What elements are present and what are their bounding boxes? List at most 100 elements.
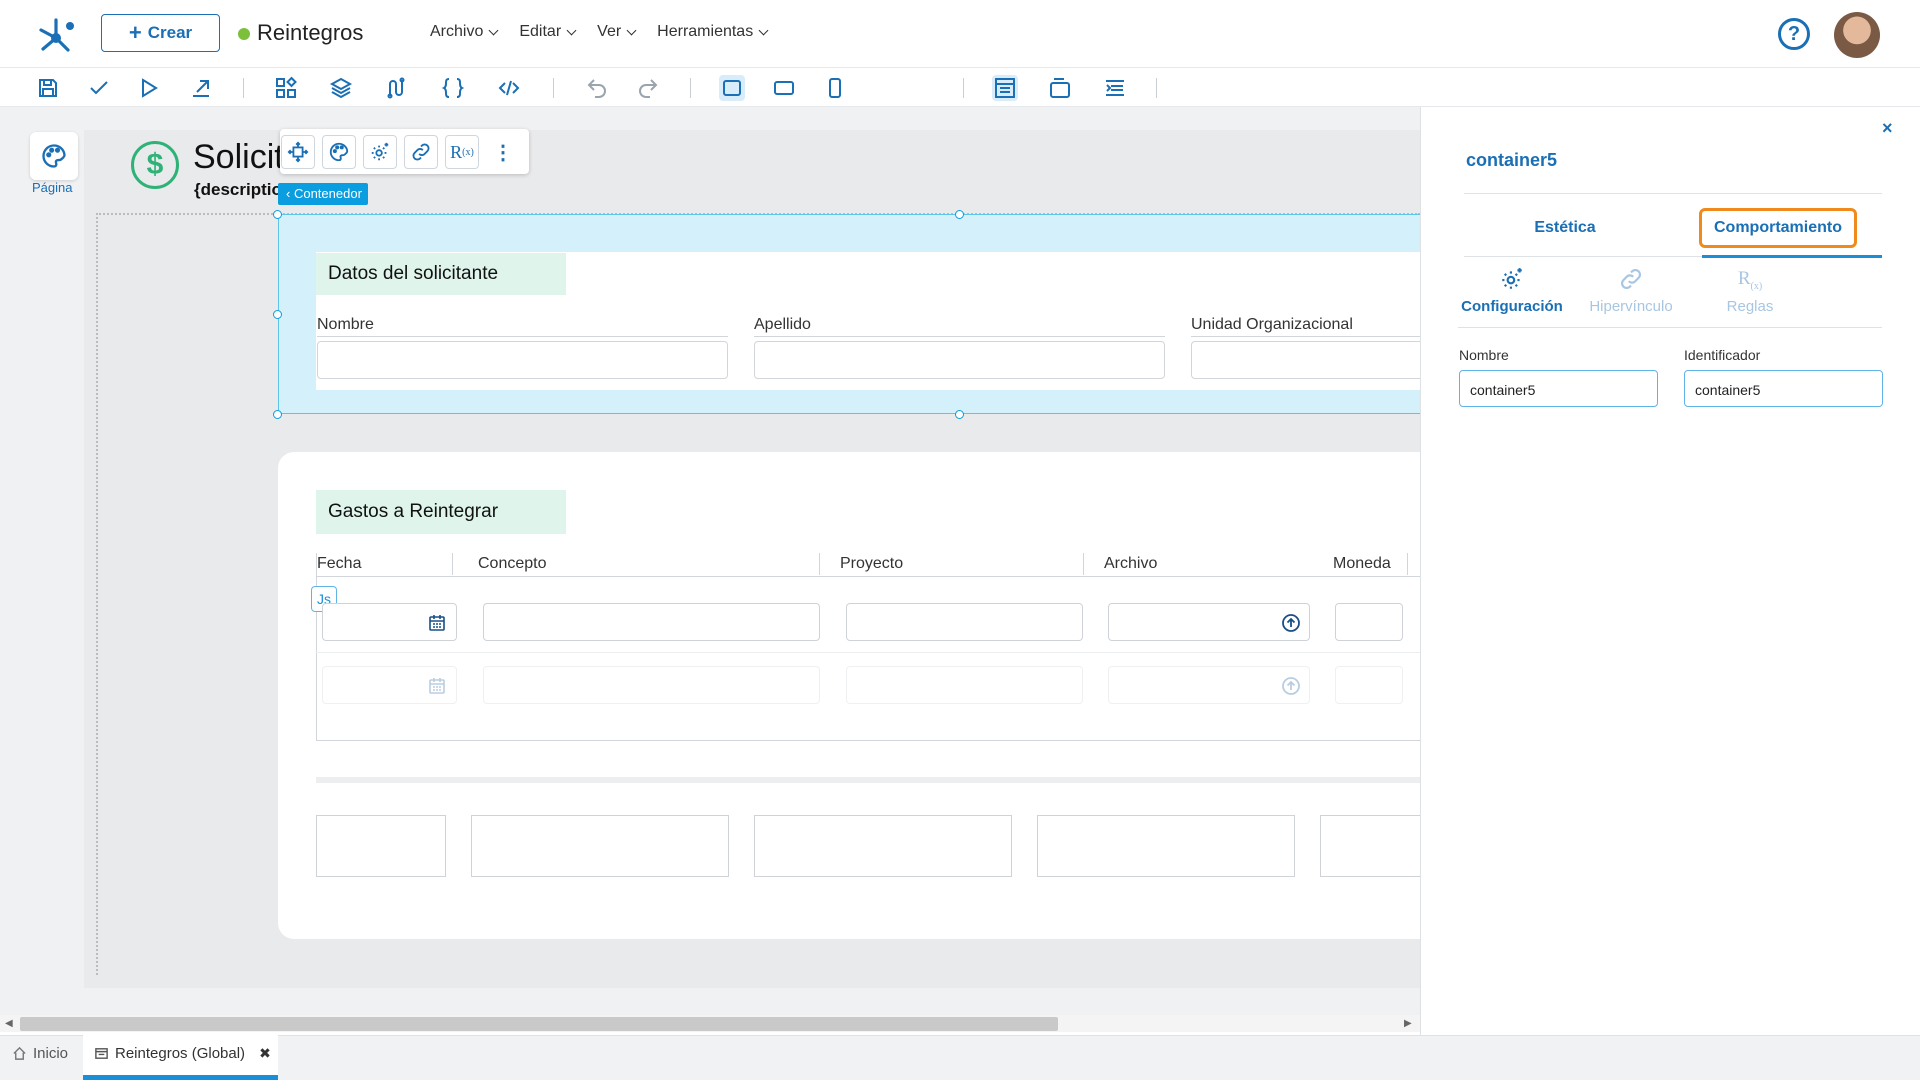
layout-icon[interactable] [992,75,1018,101]
upload-icon[interactable] [1281,613,1301,633]
editor-toolbar: 1382px [0,69,1920,164]
redo-icon[interactable] [635,75,661,101]
create-button-label: Crear [147,23,193,42]
close-tab-icon[interactable]: ✖ [259,1045,271,1062]
align-icon[interactable] [1102,75,1128,101]
input-apellido[interactable] [754,341,1165,379]
layers-icon[interactable] [328,75,354,101]
chevron-down-icon [626,25,637,35]
tab-comportamiento[interactable]: Comportamiento [1699,208,1857,248]
field-label-nombre: Nombre [1459,347,1509,363]
column-divider [819,553,820,575]
tab-inicio[interactable]: Inicio [12,1045,68,1062]
window-icon[interactable] [1047,75,1073,101]
upload-icon[interactable] [1281,676,1301,696]
desktop-view-icon[interactable] [719,75,745,101]
panel-title: container5 [1466,150,1558,170]
link-icon[interactable] [404,135,438,169]
calendar-icon[interactable] [428,677,446,695]
resize-handle[interactable] [273,310,282,319]
publish-icon[interactable] [188,75,214,101]
form-description[interactable]: {description} [194,180,278,200]
tab-reintegros-global[interactable]: Reintegros (Global) ✖ [94,1045,271,1062]
footer-cell[interactable] [1037,815,1295,877]
cell-input-proyecto[interactable] [846,666,1083,704]
menu-herramientas[interactable]: Herramientas [657,23,769,41]
mobile-view-icon[interactable] [822,75,848,101]
subtab-reglas[interactable]: R(x) Reglas [1690,266,1810,315]
save-icon[interactable] [35,75,61,101]
breadcrumb-chip[interactable]: ‹ Contenedor [278,183,368,205]
tablet-view-icon[interactable] [771,75,797,101]
close-icon[interactable]: × [1882,118,1893,139]
settings-gear-icon[interactable] [363,135,397,169]
cell-input-concepto[interactable] [483,603,820,641]
scrollbar-thumb[interactable] [20,1017,1058,1031]
avatar[interactable] [1834,12,1880,58]
element-toolbar: R (x) ⋮ [280,129,529,174]
column-header-proyecto[interactable]: Proyecto [840,555,903,573]
cell-input-proyecto[interactable] [846,603,1083,641]
chevron-down-icon [488,25,499,35]
more-options-icon[interactable]: ⋮ [486,135,520,169]
resize-handle[interactable] [273,410,282,419]
resize-handle[interactable] [955,210,964,219]
active-tab-indicator [1702,255,1882,258]
tab-estetica[interactable]: Estética [1464,208,1666,248]
identificador-input[interactable]: container5 [1684,370,1883,407]
help-icon[interactable]: ? [1778,18,1810,50]
nombre-input[interactable]: container5 [1459,370,1658,407]
data-icon[interactable] [383,75,409,101]
create-button[interactable]: + Crear [101,14,220,52]
table-left-border [316,553,317,741]
check-icon[interactable] [86,75,112,101]
column-header-archivo[interactable]: Archivo [1104,555,1157,573]
column-header-fecha[interactable]: Fecha [317,555,361,573]
app-logo-icon[interactable] [34,12,78,56]
subtab-hipervinculo[interactable]: Hipervínculo [1571,266,1691,315]
link-icon [1621,269,1641,289]
page-style-button[interactable] [30,132,78,180]
footer-cell[interactable] [754,815,1012,877]
column-divider [452,553,453,575]
top-bar: + Crear Reintegros Archivo Editar Ver He… [0,0,1920,68]
braces-icon[interactable] [440,75,466,101]
menu-ver[interactable]: Ver [597,23,637,41]
subtab-configuracion[interactable]: Configuración [1452,266,1572,315]
cell-input-archivo[interactable] [1108,666,1310,704]
move-icon[interactable] [281,135,315,169]
undo-icon[interactable] [584,75,610,101]
home-icon [13,1046,26,1060]
cell-input-moneda[interactable] [1335,666,1403,704]
column-divider [1407,553,1408,575]
cell-input-moneda[interactable] [1335,603,1403,641]
field-label-identificador: Identificador [1684,347,1761,363]
field-label-unidad-organizacional: Unidad Organizacional [1191,316,1353,333]
input-unidad-organizacional[interactable] [1191,341,1420,379]
components-icon[interactable] [273,75,299,101]
field-divider [317,336,728,337]
scroll-left-icon[interactable]: ◀ [5,1018,13,1029]
cell-input-concepto[interactable] [483,666,820,704]
footer-cell[interactable] [471,815,729,877]
toolbar-divider [243,78,244,98]
resize-handle[interactable] [955,410,964,419]
resize-handle[interactable] [273,210,282,219]
app-title: Reintegros [257,20,364,45]
scroll-right-icon[interactable]: ▶ [1404,1018,1412,1029]
form-title[interactable]: Solicitud de Reintegro [193,138,281,177]
calendar-icon[interactable] [428,614,446,632]
palette-icon[interactable] [322,135,356,169]
play-icon[interactable] [136,75,162,101]
menu-archivo[interactable]: Archivo [430,23,499,41]
rules-icon[interactable]: R (x) [445,135,479,169]
menu-editar[interactable]: Editar [519,23,577,41]
code-icon[interactable] [496,75,522,101]
cell-input-archivo[interactable] [1108,603,1310,641]
subtab-label: Reglas [1726,298,1774,315]
input-nombre[interactable] [317,341,728,379]
footer-cell[interactable] [316,815,446,877]
column-header-moneda[interactable]: Moneda [1333,555,1391,573]
footer-cell[interactable] [1320,815,1420,877]
column-header-concepto[interactable]: Concepto [478,555,547,573]
